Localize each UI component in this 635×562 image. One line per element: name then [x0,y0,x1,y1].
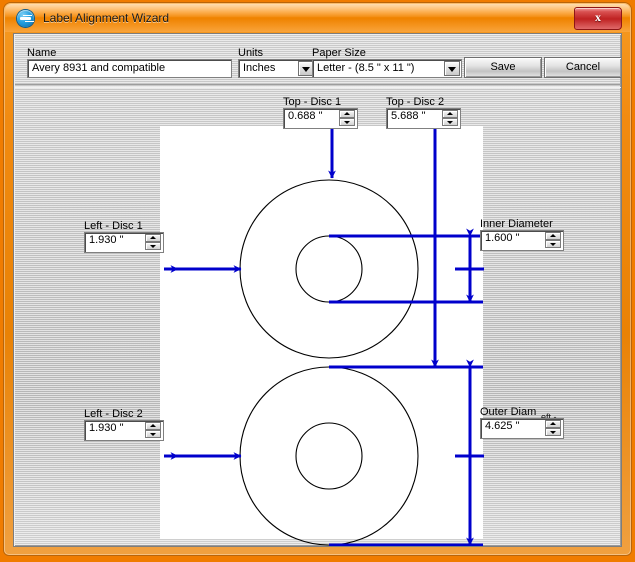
spin-down-icon[interactable] [145,430,161,438]
top-disc-1-spin-buttons[interactable] [339,110,355,127]
units-select-value: Inches [243,62,276,74]
disc-icon [17,10,34,27]
paper-size-select[interactable]: Letter - (8.5 " x 11 ") [312,59,462,78]
label-sheet-preview [160,126,483,539]
top-disc-2-stepper[interactable]: 5.688 " [386,108,461,129]
spin-down-icon[interactable] [545,428,561,436]
spin-up-icon[interactable] [339,110,355,118]
app-window: Label Alignment Wizard x Name Avery 8931… [4,3,631,555]
left-disc-2-label: Left - Disc 2 [84,408,143,420]
top-disc-1-label: Top - Disc 1 [283,96,342,108]
top-disc-2-value: 5.688 " [391,110,426,122]
outer-diameter-value: 4.625 " [485,420,520,432]
spin-down-icon[interactable] [442,118,458,126]
left-disc-1-value: 1.930 " [89,234,124,246]
paper-size-label: Paper Size [312,47,366,59]
inner-diameter-stepper[interactable]: 1.600 " [480,230,564,251]
spin-up-icon[interactable] [145,422,161,430]
spin-up-icon[interactable] [442,110,458,118]
spin-up-icon[interactable] [545,232,561,240]
left-disc-1-label: Left - Disc 1 [84,220,143,232]
chevron-down-icon[interactable] [444,61,460,76]
units-select[interactable]: Inches [238,59,316,78]
spin-down-icon[interactable] [339,118,355,126]
units-label: Units [238,47,264,59]
spin-up-icon[interactable] [145,234,161,242]
top-disc-2-spin-buttons[interactable] [442,110,458,127]
name-input-value: Avery 8931 and compatible [32,62,166,74]
left-disc-1-stepper[interactable]: 1.930 " [84,232,164,253]
close-icon: x [595,10,601,24]
inner-diameter-spin-buttons[interactable] [545,232,561,249]
window-title: Label Alignment Wizard [43,11,170,25]
title-bar: Label Alignment Wizard x [5,4,630,32]
top-disc-1-stepper[interactable]: 0.688 " [283,108,358,129]
spin-down-icon[interactable] [545,240,561,248]
cancel-button[interactable]: Cancel [544,57,621,78]
spin-up-icon[interactable] [545,420,561,428]
inner-diameter-label: Inner Diameter [480,218,553,230]
left-disc-2-value: 1.930 " [89,422,124,434]
close-button[interactable]: x [574,7,622,30]
cancel-button-label: Cancel [565,61,601,73]
top-disc-1-value: 0.688 " [288,110,323,122]
toolbar-divider [15,84,621,88]
left-disc-2-stepper[interactable]: 1.930 " [84,420,164,441]
paper-size-select-value: Letter - (8.5 " x 11 ") [317,62,415,74]
spin-down-icon[interactable] [145,242,161,250]
name-label: Name [27,47,57,59]
client-area: Name Avery 8931 and compatible Units Inc… [13,33,622,547]
left-disc-1-spin-buttons[interactable] [145,234,161,251]
left-disc-2-spin-buttons[interactable] [145,422,161,439]
outer-diameter-stepper[interactable]: 4.625 " [480,418,564,439]
outer-diameter-label: Outer Diam [480,406,537,418]
save-button-label: Save [490,61,516,73]
top-disc-2-label: Top - Disc 2 [386,96,445,108]
name-input[interactable]: Avery 8931 and compatible [27,59,232,78]
save-button[interactable]: Save [464,57,542,78]
inner-diameter-value: 1.600 " [485,232,520,244]
outer-diameter-spin-buttons[interactable] [545,420,561,437]
